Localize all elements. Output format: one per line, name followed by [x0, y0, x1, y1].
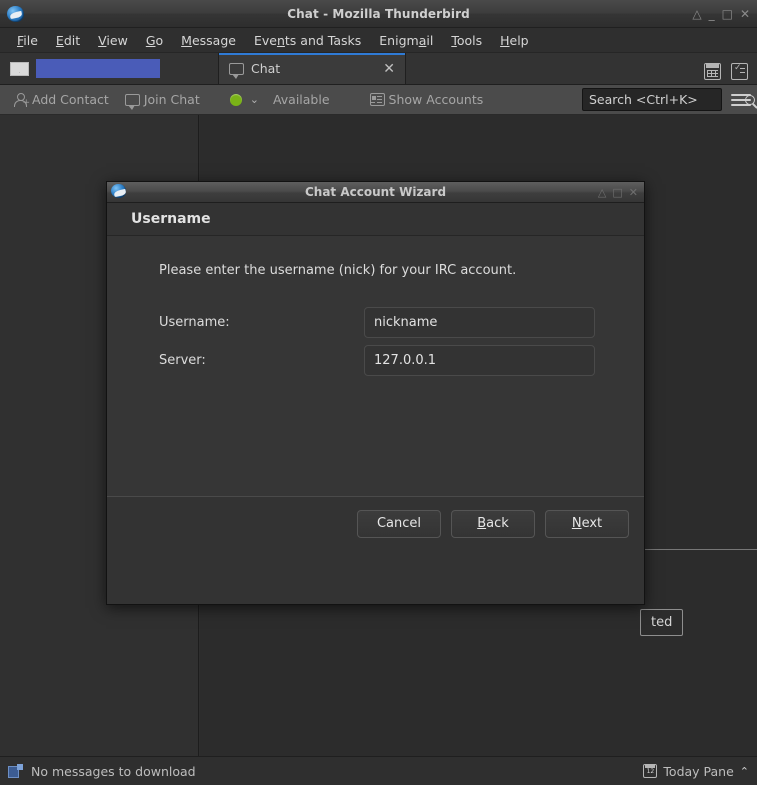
- username-label: Username:: [159, 315, 364, 330]
- accounts-icon: [370, 93, 385, 106]
- dialog-window-controls: △ □ ✕: [598, 187, 644, 198]
- menu-help[interactable]: Help: [491, 31, 538, 50]
- add-contact-icon: +: [14, 93, 28, 107]
- today-pane-label: Today Pane: [663, 764, 733, 779]
- tab-chat[interactable]: Chat ✕: [218, 53, 406, 84]
- maximize-icon[interactable]: □: [722, 8, 733, 20]
- tabbar-actions: [704, 63, 757, 84]
- menu-go[interactable]: Go: [137, 31, 172, 50]
- tab-mail[interactable]: [0, 53, 218, 84]
- menu-message[interactable]: Message: [172, 31, 245, 50]
- menu-enigmail[interactable]: Enigmail: [370, 31, 442, 50]
- show-accounts-button[interactable]: Show Accounts: [362, 92, 492, 107]
- next-button[interactable]: Next: [545, 510, 629, 538]
- close-icon[interactable]: ✕: [740, 8, 750, 20]
- chat-bubble-icon: [229, 63, 244, 75]
- download-status-icon: [8, 764, 23, 778]
- join-chat-button[interactable]: Join Chat: [117, 92, 208, 107]
- menu-events-and-tasks[interactable]: Events and Tasks: [245, 31, 370, 50]
- search-input[interactable]: [589, 92, 745, 107]
- add-contact-button[interactable]: + Add Contact: [6, 92, 117, 107]
- tab-close-icon[interactable]: ✕: [383, 62, 395, 76]
- menu-file[interactable]: File: [8, 31, 47, 50]
- tasks-icon[interactable]: [731, 63, 748, 80]
- welcome-action-button[interactable]: ted: [640, 609, 683, 636]
- show-accounts-label: Show Accounts: [389, 92, 484, 107]
- join-chat-label: Join Chat: [144, 92, 200, 107]
- status-indicator-dot[interactable]: [230, 94, 242, 106]
- server-input[interactable]: [364, 345, 595, 376]
- tab-chat-label: Chat: [251, 61, 280, 76]
- window-titlebar: Chat - Mozilla Thunderbird △ _ □ ✕: [0, 0, 757, 28]
- tabbar: Chat ✕: [0, 53, 757, 85]
- dialog-maximize-icon[interactable]: □: [612, 187, 622, 198]
- window-title: Chat - Mozilla Thunderbird: [0, 7, 757, 21]
- status-message: No messages to download: [31, 764, 196, 779]
- add-contact-label: Add Contact: [32, 92, 109, 107]
- chat-toolbar: + Add Contact Join Chat ⌄ Available Show…: [0, 85, 757, 115]
- search-icon[interactable]: [745, 95, 755, 105]
- today-pane-toggle[interactable]: Today Pane ⌃: [643, 764, 749, 779]
- thunderbird-window: Chat - Mozilla Thunderbird △ _ □ ✕ File …: [0, 0, 757, 785]
- dialog-close-icon[interactable]: ✕: [629, 187, 638, 198]
- join-chat-icon: [125, 94, 140, 106]
- menu-edit[interactable]: Edit: [47, 31, 89, 50]
- menu-view[interactable]: View: [89, 31, 137, 50]
- dialog-titlebar: Chat Account Wizard △ □ ✕: [107, 182, 644, 203]
- wizard-step-header: Username: [107, 203, 644, 236]
- chat-account-wizard-dialog: Chat Account Wizard △ □ ✕ Username Pleas…: [106, 181, 645, 605]
- username-input[interactable]: [364, 307, 595, 338]
- menubar: File Edit View Go Message Events and Tas…: [0, 28, 757, 53]
- back-button[interactable]: Back: [451, 510, 535, 538]
- calendar-12-icon: [643, 764, 657, 778]
- menu-tools[interactable]: Tools: [442, 31, 491, 50]
- username-field-row: Username:: [159, 307, 595, 338]
- dialog-shade-icon[interactable]: △: [598, 187, 606, 198]
- wizard-footer: Cancel Back Next: [107, 496, 644, 550]
- envelope-icon: [10, 62, 29, 76]
- shade-icon[interactable]: △: [692, 8, 701, 20]
- window-controls: △ _ □ ✕: [692, 8, 757, 20]
- wizard-description: Please enter the username (nick) for you…: [159, 263, 516, 278]
- wizard-body: Please enter the username (nick) for you…: [107, 236, 644, 550]
- minimize-icon[interactable]: _: [709, 8, 715, 20]
- status-label: Available: [273, 92, 330, 107]
- server-label: Server:: [159, 353, 364, 368]
- calendar-icon[interactable]: [704, 63, 721, 80]
- chevron-up-icon[interactable]: ⌃: [740, 765, 749, 778]
- cancel-button[interactable]: Cancel: [357, 510, 441, 538]
- server-field-row: Server:: [159, 345, 595, 376]
- thunderbird-icon: [4, 4, 30, 24]
- statusbar: No messages to download Today Pane ⌃: [0, 756, 757, 785]
- dialog-title: Chat Account Wizard: [107, 185, 644, 199]
- chevron-down-icon[interactable]: ⌄: [250, 93, 259, 106]
- tab-mail-label-selection: [36, 59, 160, 78]
- search-box[interactable]: [582, 88, 722, 111]
